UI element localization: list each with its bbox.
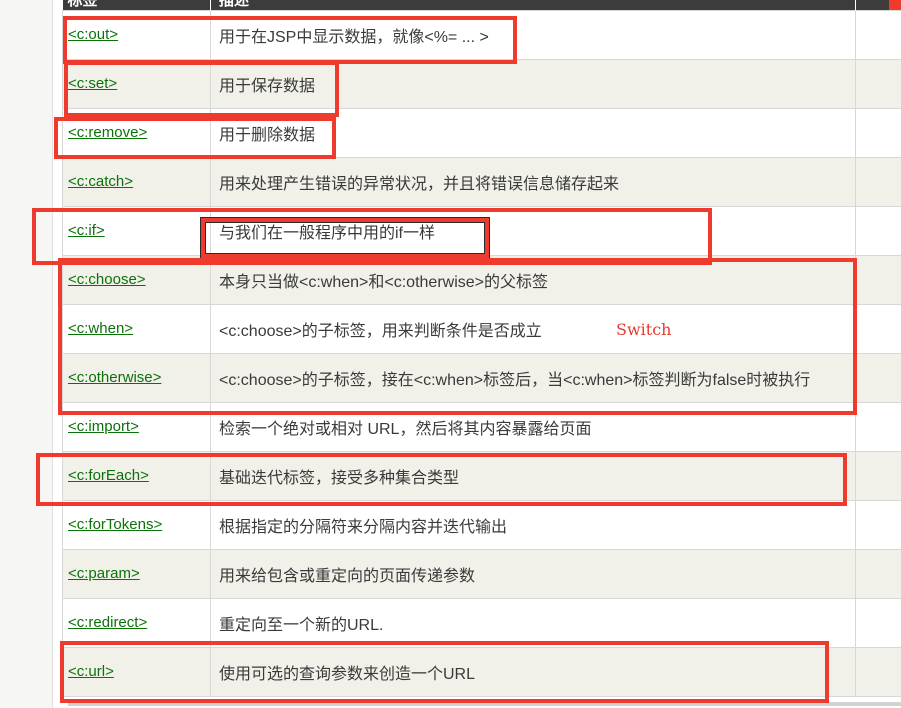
table-row: <c:catch> 用来处理产生错误的异常状况，并且将错误信息储存起来 (63, 158, 901, 207)
table-row: <c:choose> 本身只当做<c:when>和<c:otherwise>的父… (63, 256, 901, 305)
table-row: <c:forTokens> 根据指定的分隔符来分隔内容并迭代输出 (63, 501, 901, 550)
desc-text: <c:choose>的子标签，接在<c:when>标签后，当<c:when>标签… (219, 372, 810, 389)
desc-text: 重定向至一个新的URL. (219, 617, 383, 634)
table-row: <c:forEach> 基础迭代标签，接受多种集合类型 (63, 452, 901, 501)
header-cell-tag: 标签 (63, 0, 211, 11)
desc-text: <c:choose>的子标签，用来判断条件是否成立 (219, 323, 542, 340)
desc-text: 用于保存数据 (219, 78, 315, 95)
link-c-if[interactable]: <c:if> (68, 222, 105, 239)
header-desc-label: 描述 (211, 0, 855, 10)
link-c-param[interactable]: <c:param> (68, 565, 140, 582)
jstl-core-tags-table: 标签 描述 <c:out> 用于在JSP中显示数据，就像<%= ... > <c… (62, 0, 901, 697)
link-c-foreach[interactable]: <c:forEach> (68, 467, 149, 484)
table-row: <c:when> <c:choose>的子标签，用来判断条件是否成立 (63, 305, 901, 354)
link-c-when[interactable]: <c:when> (68, 320, 133, 337)
table-row: <c:remove> 用于删除数据 (63, 109, 901, 158)
link-c-catch[interactable]: <c:catch> (68, 173, 133, 190)
table-row: <c:param> 用来给包含或重定向的页面传递参数 (63, 550, 901, 599)
desc-text: 用来处理产生错误的异常状况，并且将错误信息储存起来 (219, 176, 619, 193)
table-row: <c:if> 与我们在一般程序中用的if一样 (63, 207, 901, 256)
link-c-otherwise[interactable]: <c:otherwise> (68, 369, 161, 386)
desc-text: 本身只当做<c:when>和<c:otherwise>的父标签 (219, 274, 548, 291)
desc-text: 用于删除数据 (219, 127, 315, 144)
link-c-set[interactable]: <c:set> (68, 75, 117, 92)
annotation-box-header-fragment (889, 0, 901, 10)
link-c-redirect[interactable]: <c:redirect> (68, 614, 147, 631)
desc-text: 检索一个绝对或相对 URL，然后将其内容暴露给页面 (219, 421, 591, 438)
table-row: <c:redirect> 重定向至一个新的URL. (63, 599, 901, 648)
header-tag-label: 标签 (63, 0, 211, 10)
link-c-out[interactable]: <c:out> (68, 26, 118, 43)
table-header: 标签 描述 (63, 0, 901, 11)
desc-text: 基础迭代标签，接受多种集合类型 (219, 470, 459, 487)
link-c-fortokens[interactable]: <c:forTokens> (68, 516, 162, 533)
bottom-divider-bar (68, 702, 901, 706)
page-left-margin (0, 0, 53, 708)
desc-text: 使用可选的查询参数来创造一个URL (219, 666, 475, 683)
table-row: <c:otherwise> <c:choose>的子标签，接在<c:when>标… (63, 354, 901, 403)
desc-text: 与我们在一般程序中用的if一样 (219, 225, 435, 242)
link-c-remove[interactable]: <c:remove> (68, 124, 147, 141)
switch-annotation-text: Switch (616, 320, 671, 339)
table-row: <c:out> 用于在JSP中显示数据，就像<%= ... > (63, 11, 901, 60)
table-row: <c:url> 使用可选的查询参数来创造一个URL (63, 648, 901, 697)
table-row: <c:set> 用于保存数据 (63, 60, 901, 109)
table-row: <c:import> 检索一个绝对或相对 URL，然后将其内容暴露给页面 (63, 403, 901, 452)
desc-text: 用于在JSP中显示数据，就像<%= ... > (219, 29, 489, 46)
page: { "header": { "tag_col": "标签", "desc_col… (0, 0, 901, 708)
header-cell-desc: 描述 (211, 0, 856, 11)
link-c-import[interactable]: <c:import> (68, 418, 139, 435)
desc-text: 根据指定的分隔符来分隔内容并迭代输出 (219, 519, 507, 536)
link-c-url[interactable]: <c:url> (68, 663, 114, 680)
desc-text: 用来给包含或重定向的页面传递参数 (219, 568, 475, 585)
link-c-choose[interactable]: <c:choose> (68, 271, 146, 288)
